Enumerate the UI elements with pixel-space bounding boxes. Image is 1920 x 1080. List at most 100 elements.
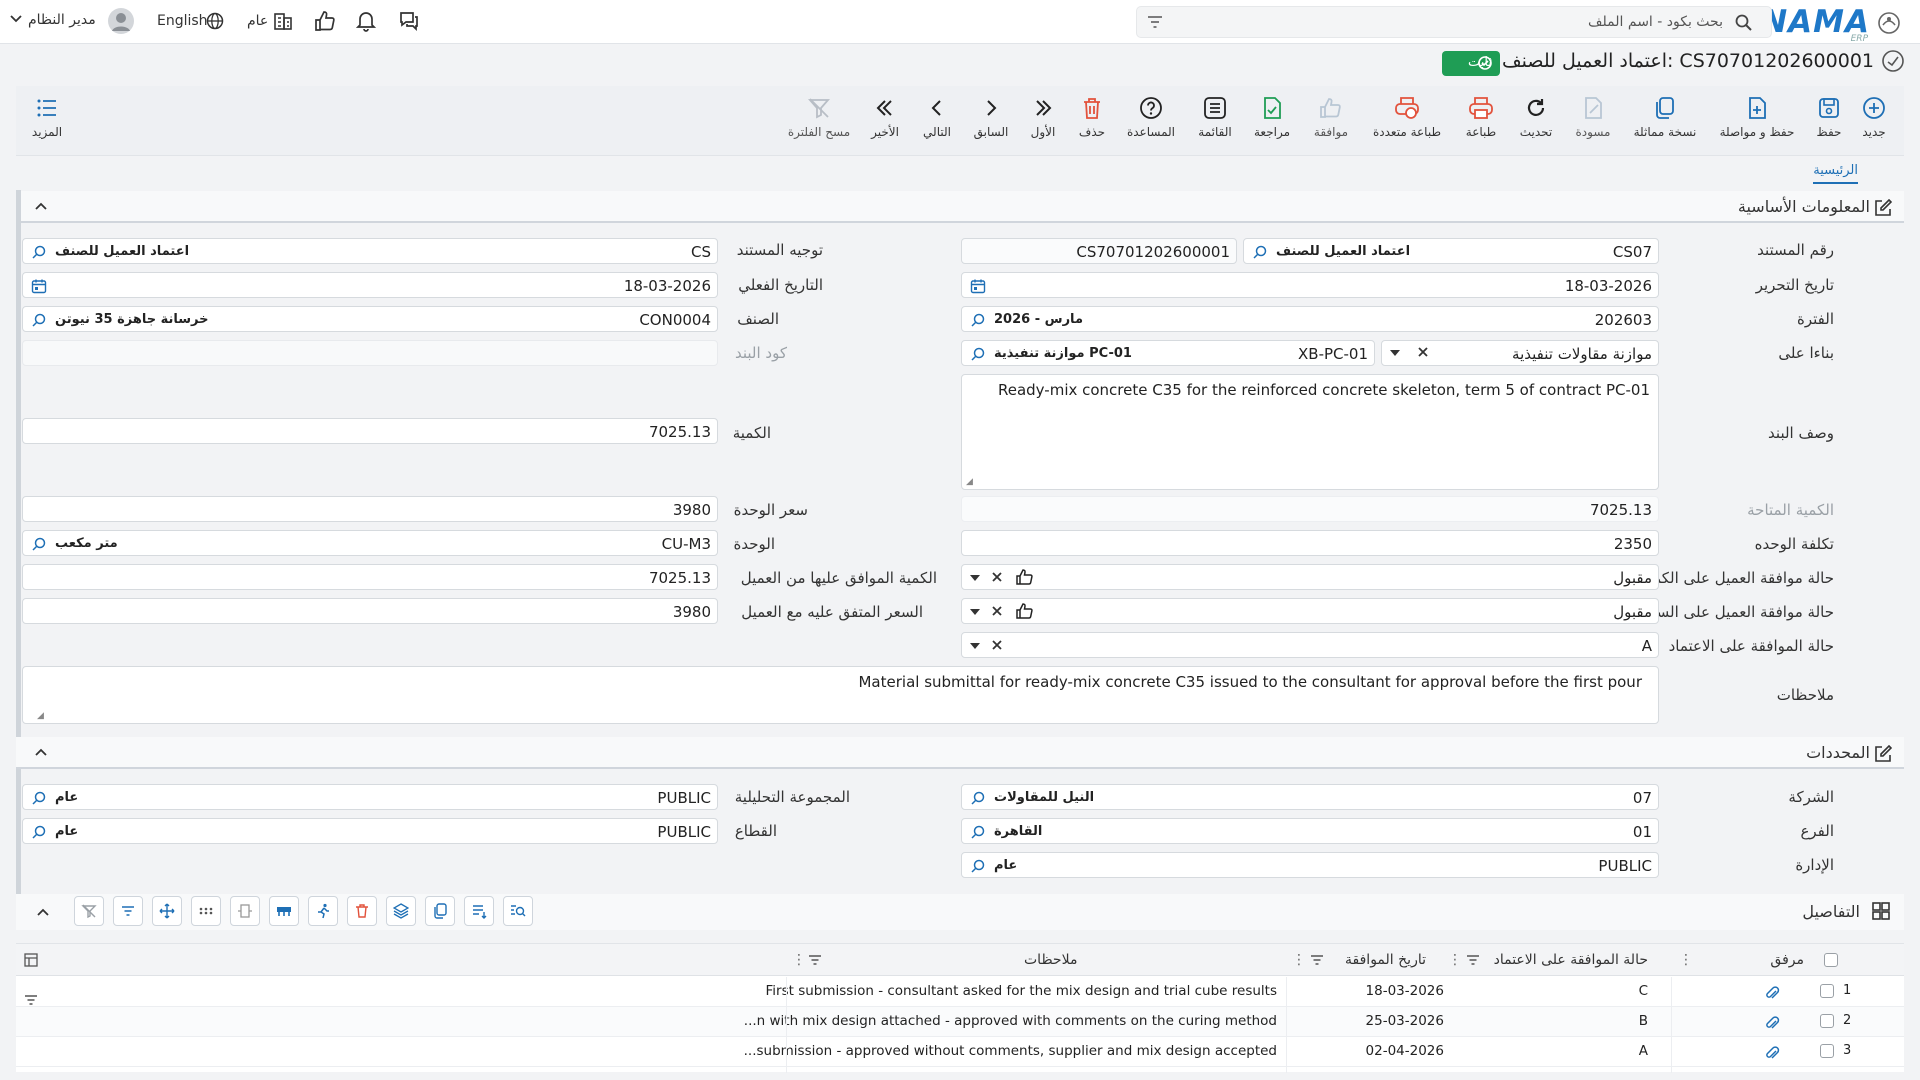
column-filter-icon[interactable] bbox=[1466, 954, 1480, 966]
client-qty-field[interactable]: 7025.13 bbox=[22, 564, 718, 590]
clear-icon[interactable] bbox=[990, 638, 1004, 652]
period-field[interactable]: 202603 مارس - 2026 bbox=[961, 306, 1659, 332]
company-field[interactable]: 07 النيل للمقاولات bbox=[961, 784, 1659, 810]
messages-icon[interactable] bbox=[398, 10, 420, 32]
filter-icon[interactable] bbox=[1147, 15, 1163, 29]
paperclip-icon[interactable] bbox=[1764, 985, 1780, 1001]
client-qty-status-select[interactable]: مقبول bbox=[961, 564, 1659, 590]
column-menu-icon[interactable]: ⋮ bbox=[1679, 952, 1693, 968]
grid-move-button[interactable] bbox=[152, 896, 182, 926]
save-continue-button[interactable]: حفظ و مواصلة bbox=[1712, 96, 1802, 139]
lookup-icon[interactable] bbox=[970, 790, 986, 806]
chevron-up-icon[interactable] bbox=[36, 907, 50, 917]
notes-textarea[interactable]: Material submittal for ready-mix concret… bbox=[22, 666, 1659, 724]
table-settings-icon[interactable] bbox=[24, 953, 38, 967]
search-input[interactable]: بحث بكود - اسم الملف bbox=[1588, 14, 1723, 30]
clear-icon[interactable] bbox=[1416, 345, 1430, 359]
based-on-type-field[interactable]: موازنة مقاولات تنفيذية bbox=[1381, 340, 1659, 366]
department-field[interactable]: PUBLIC عام bbox=[961, 852, 1659, 878]
chevron-up-icon[interactable] bbox=[34, 747, 48, 757]
qty-field[interactable]: 7025.13 bbox=[22, 418, 718, 444]
clear-icon[interactable] bbox=[990, 604, 1004, 618]
sector-field[interactable]: PUBLIC عام bbox=[22, 818, 718, 844]
bell-icon[interactable] bbox=[356, 10, 376, 32]
item-field[interactable]: CON0004 خرسانة جاهزة 35 نيوتن bbox=[22, 306, 718, 332]
resize-grip-icon[interactable]: ◢ bbox=[37, 711, 44, 721]
direction-field[interactable]: CS اعتماد العميل للصنف bbox=[22, 238, 718, 264]
caret-down-icon[interactable] bbox=[970, 575, 980, 581]
unit-price-field[interactable]: 3980 bbox=[22, 496, 718, 522]
globe-icon[interactable] bbox=[206, 12, 224, 30]
lookup-icon[interactable] bbox=[31, 244, 47, 260]
col-notes[interactable]: ملاحظات bbox=[1024, 952, 1077, 968]
select-all-checkbox[interactable] bbox=[1824, 953, 1838, 967]
lookup-icon[interactable] bbox=[31, 824, 47, 840]
unit-field[interactable]: CU-M3 متر مكعب bbox=[22, 530, 718, 556]
caret-down-icon[interactable] bbox=[1390, 350, 1400, 356]
basic-info-section-header[interactable]: المعلومات الأساسية bbox=[16, 191, 1904, 223]
column-menu-icon[interactable]: ⋮ bbox=[792, 952, 806, 968]
dimensions-section-header[interactable]: المحددات bbox=[16, 737, 1904, 769]
lookup-icon[interactable] bbox=[31, 790, 47, 806]
unit-cost-field[interactable]: 2350 bbox=[961, 530, 1659, 556]
col-attachment[interactable]: مرفق bbox=[1770, 952, 1804, 968]
branch-field[interactable]: 01 القاهرة bbox=[961, 818, 1659, 844]
chevron-up-icon[interactable] bbox=[34, 201, 48, 211]
column-menu-icon[interactable]: ⋮ bbox=[1448, 952, 1462, 968]
approval-status-select[interactable]: A bbox=[961, 632, 1659, 658]
row-checkbox[interactable] bbox=[1820, 1014, 1834, 1028]
paperclip-icon[interactable] bbox=[1764, 1045, 1780, 1061]
app-logo[interactable]: NAMA ERP bbox=[1761, 4, 1870, 44]
actual-date-field[interactable]: 18-03-2026 bbox=[22, 272, 718, 298]
lookup-icon[interactable] bbox=[970, 312, 986, 328]
client-price-field[interactable]: 3980 bbox=[22, 598, 718, 624]
grid-copy-button[interactable] bbox=[425, 896, 455, 926]
last-button[interactable]: الأخير bbox=[850, 96, 920, 139]
thumbs-up-icon[interactable] bbox=[314, 10, 336, 32]
global-search[interactable]: بحث بكود - اسم الملف bbox=[1136, 6, 1772, 38]
lookup-icon[interactable] bbox=[970, 824, 986, 840]
col-approval-date[interactable]: تاريخ الموافقة bbox=[1345, 952, 1426, 968]
calendar-icon[interactable] bbox=[970, 278, 986, 294]
duplicate-button[interactable]: نسخة مماثلة bbox=[1625, 96, 1705, 139]
more-button[interactable]: المزيد bbox=[12, 96, 82, 139]
grid-filter-button[interactable] bbox=[113, 896, 143, 926]
row-checkbox[interactable] bbox=[1820, 984, 1834, 998]
lookup-icon[interactable] bbox=[31, 536, 47, 552]
grid-layers-button[interactable] bbox=[386, 896, 416, 926]
scope-icon[interactable] bbox=[272, 10, 294, 32]
clear-icon[interactable] bbox=[990, 570, 1004, 584]
clear-filter-button[interactable]: مسح الفلترة bbox=[779, 96, 859, 139]
caret-down-icon[interactable] bbox=[970, 643, 980, 649]
lookup-icon[interactable] bbox=[970, 858, 986, 874]
list-button[interactable]: القائمة bbox=[1180, 96, 1250, 139]
table-row[interactable]: 3 A 02-04-2026 ...submission - approved … bbox=[16, 1037, 1904, 1067]
line-desc-textarea[interactable]: Ready-mix concrete C35 for the reinforce… bbox=[961, 374, 1659, 490]
scope-label[interactable]: عام bbox=[247, 13, 268, 29]
save-button[interactable]: حفظ bbox=[1794, 96, 1864, 139]
grid-table-button[interactable] bbox=[269, 896, 299, 926]
print-button[interactable]: طباعة bbox=[1446, 96, 1516, 139]
column-filter-icon[interactable] bbox=[808, 954, 822, 966]
grid-search-button[interactable] bbox=[503, 896, 533, 926]
row-checkbox[interactable] bbox=[1820, 1044, 1834, 1058]
paperclip-icon[interactable] bbox=[1764, 1015, 1780, 1031]
multi-print-button[interactable]: طباعة متعددة bbox=[1362, 96, 1452, 139]
col-approval-status[interactable]: حالة الموافقة على الاعتماد bbox=[1494, 952, 1648, 968]
table-row[interactable]: 2 B 25-03-2026 ...n with mix design atta… bbox=[16, 1007, 1904, 1037]
tab-main[interactable]: الرئيسية bbox=[1813, 163, 1858, 184]
doc-type-field[interactable]: CS07 اعتماد العميل للصنف bbox=[1243, 238, 1659, 264]
grid-clear-filter-button[interactable] bbox=[74, 896, 104, 926]
grid-fit-columns-button[interactable] bbox=[230, 896, 260, 926]
lookup-icon[interactable] bbox=[970, 346, 986, 362]
analytic-group-field[interactable]: PUBLIC عام bbox=[22, 784, 718, 810]
caret-down-icon[interactable] bbox=[970, 609, 980, 615]
based-on-doc-field[interactable]: XB-PC-01 موازنة تنفيذية PC-01 bbox=[961, 340, 1375, 366]
grid-run-button[interactable] bbox=[308, 896, 338, 926]
lookup-icon[interactable] bbox=[1252, 244, 1268, 260]
doc-number-field[interactable]: CS70701202600001 bbox=[961, 238, 1237, 264]
language-switch[interactable]: English bbox=[157, 13, 208, 29]
grid-delete-button[interactable] bbox=[347, 896, 377, 926]
grid-sort-button[interactable] bbox=[464, 896, 494, 926]
column-filter-icon[interactable] bbox=[1310, 954, 1324, 966]
